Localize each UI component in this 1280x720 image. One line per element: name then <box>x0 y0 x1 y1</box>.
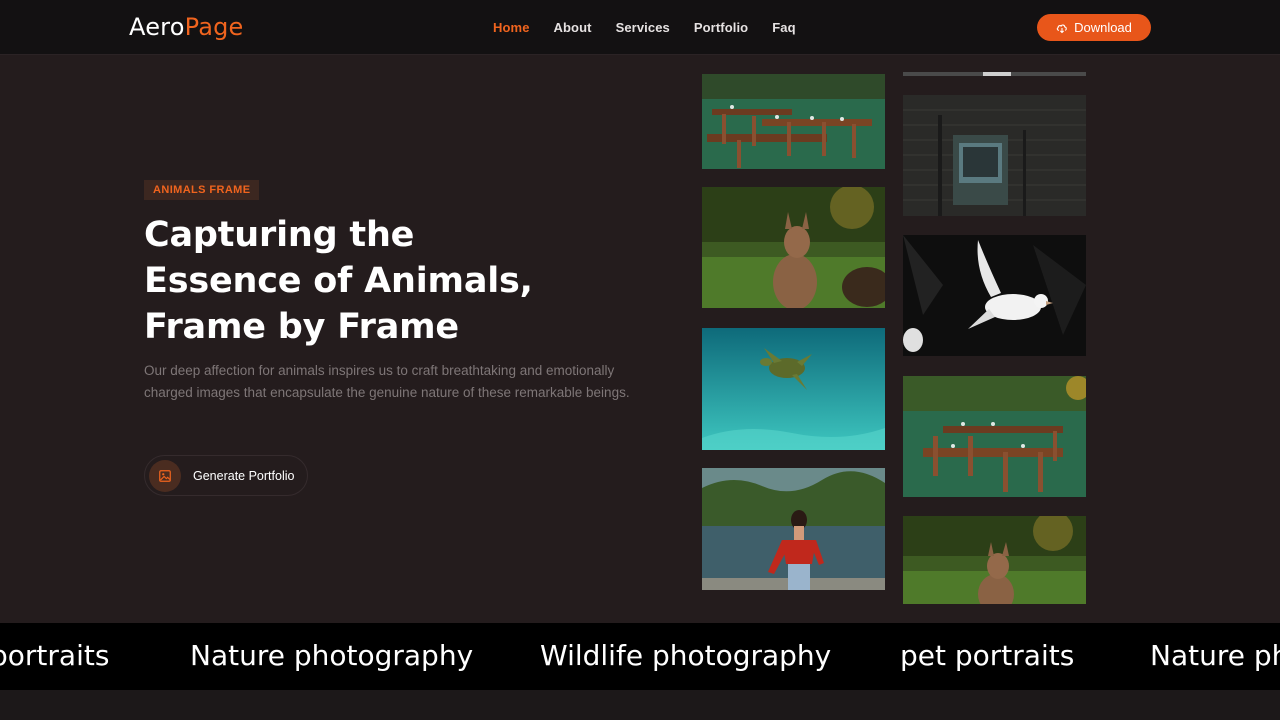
brand-logo[interactable]: AeroPage <box>129 13 244 41</box>
main-menu: Home About Services Portfolio Faq <box>493 20 820 35</box>
top-navbar: AeroPage Home About Services Portfolio F… <box>0 0 1280 55</box>
image-icon <box>149 459 181 492</box>
gallery-photo-dining-tables[interactable] <box>702 74 885 169</box>
marquee-item: Wildlife photography <box>540 639 832 672</box>
section-badge: ANIMALS FRAME <box>144 180 260 200</box>
next-section-edge <box>0 690 1280 720</box>
cloud-download-icon <box>1056 24 1067 33</box>
gallery-photo-kangaroo-2[interactable] <box>903 516 1086 604</box>
hero-description: Our deep affection for animals inspires … <box>144 363 630 400</box>
marquee-item: pet portraits <box>900 639 1075 672</box>
generate-portfolio-label: Generate Portfolio <box>193 468 295 483</box>
gallery-photo-kangaroo[interactable] <box>702 187 885 308</box>
nav-link-services[interactable]: Services <box>616 20 670 35</box>
nav-link-about[interactable]: About <box>554 20 592 35</box>
marquee-item: Nature ph <box>1150 639 1280 672</box>
nav-link-home[interactable]: Home <box>493 20 530 35</box>
download-button[interactable]: Download <box>1037 14 1151 41</box>
hero-title: Capturing the Essence of Animals, Frame … <box>144 215 533 347</box>
gallery-photo-white-dove[interactable] <box>903 235 1086 356</box>
generate-portfolio-button[interactable]: Generate Portfolio <box>144 455 308 496</box>
nav-link-portfolio[interactable]: Portfolio <box>694 20 748 35</box>
gallery-photo-old-cabinet[interactable] <box>903 95 1086 216</box>
marquee-item: portraits <box>0 639 110 672</box>
nav-link-faq[interactable]: Faq <box>772 20 795 35</box>
gallery-photo-dining-tables-2[interactable] <box>903 376 1086 497</box>
download-button-label: Download <box>1074 20 1132 35</box>
brand-logo-part1: Aero <box>129 13 185 41</box>
brand-logo-part2: Page <box>184 13 244 41</box>
gallery-photo-sea-turtle[interactable] <box>702 328 885 450</box>
services-marquee: portraits Nature photography Wildlife ph… <box>0 623 1280 690</box>
gallery-photo-strip <box>903 72 1086 76</box>
gallery-photo-woman-lake[interactable] <box>702 468 885 590</box>
marquee-item: Nature photography <box>190 639 474 672</box>
